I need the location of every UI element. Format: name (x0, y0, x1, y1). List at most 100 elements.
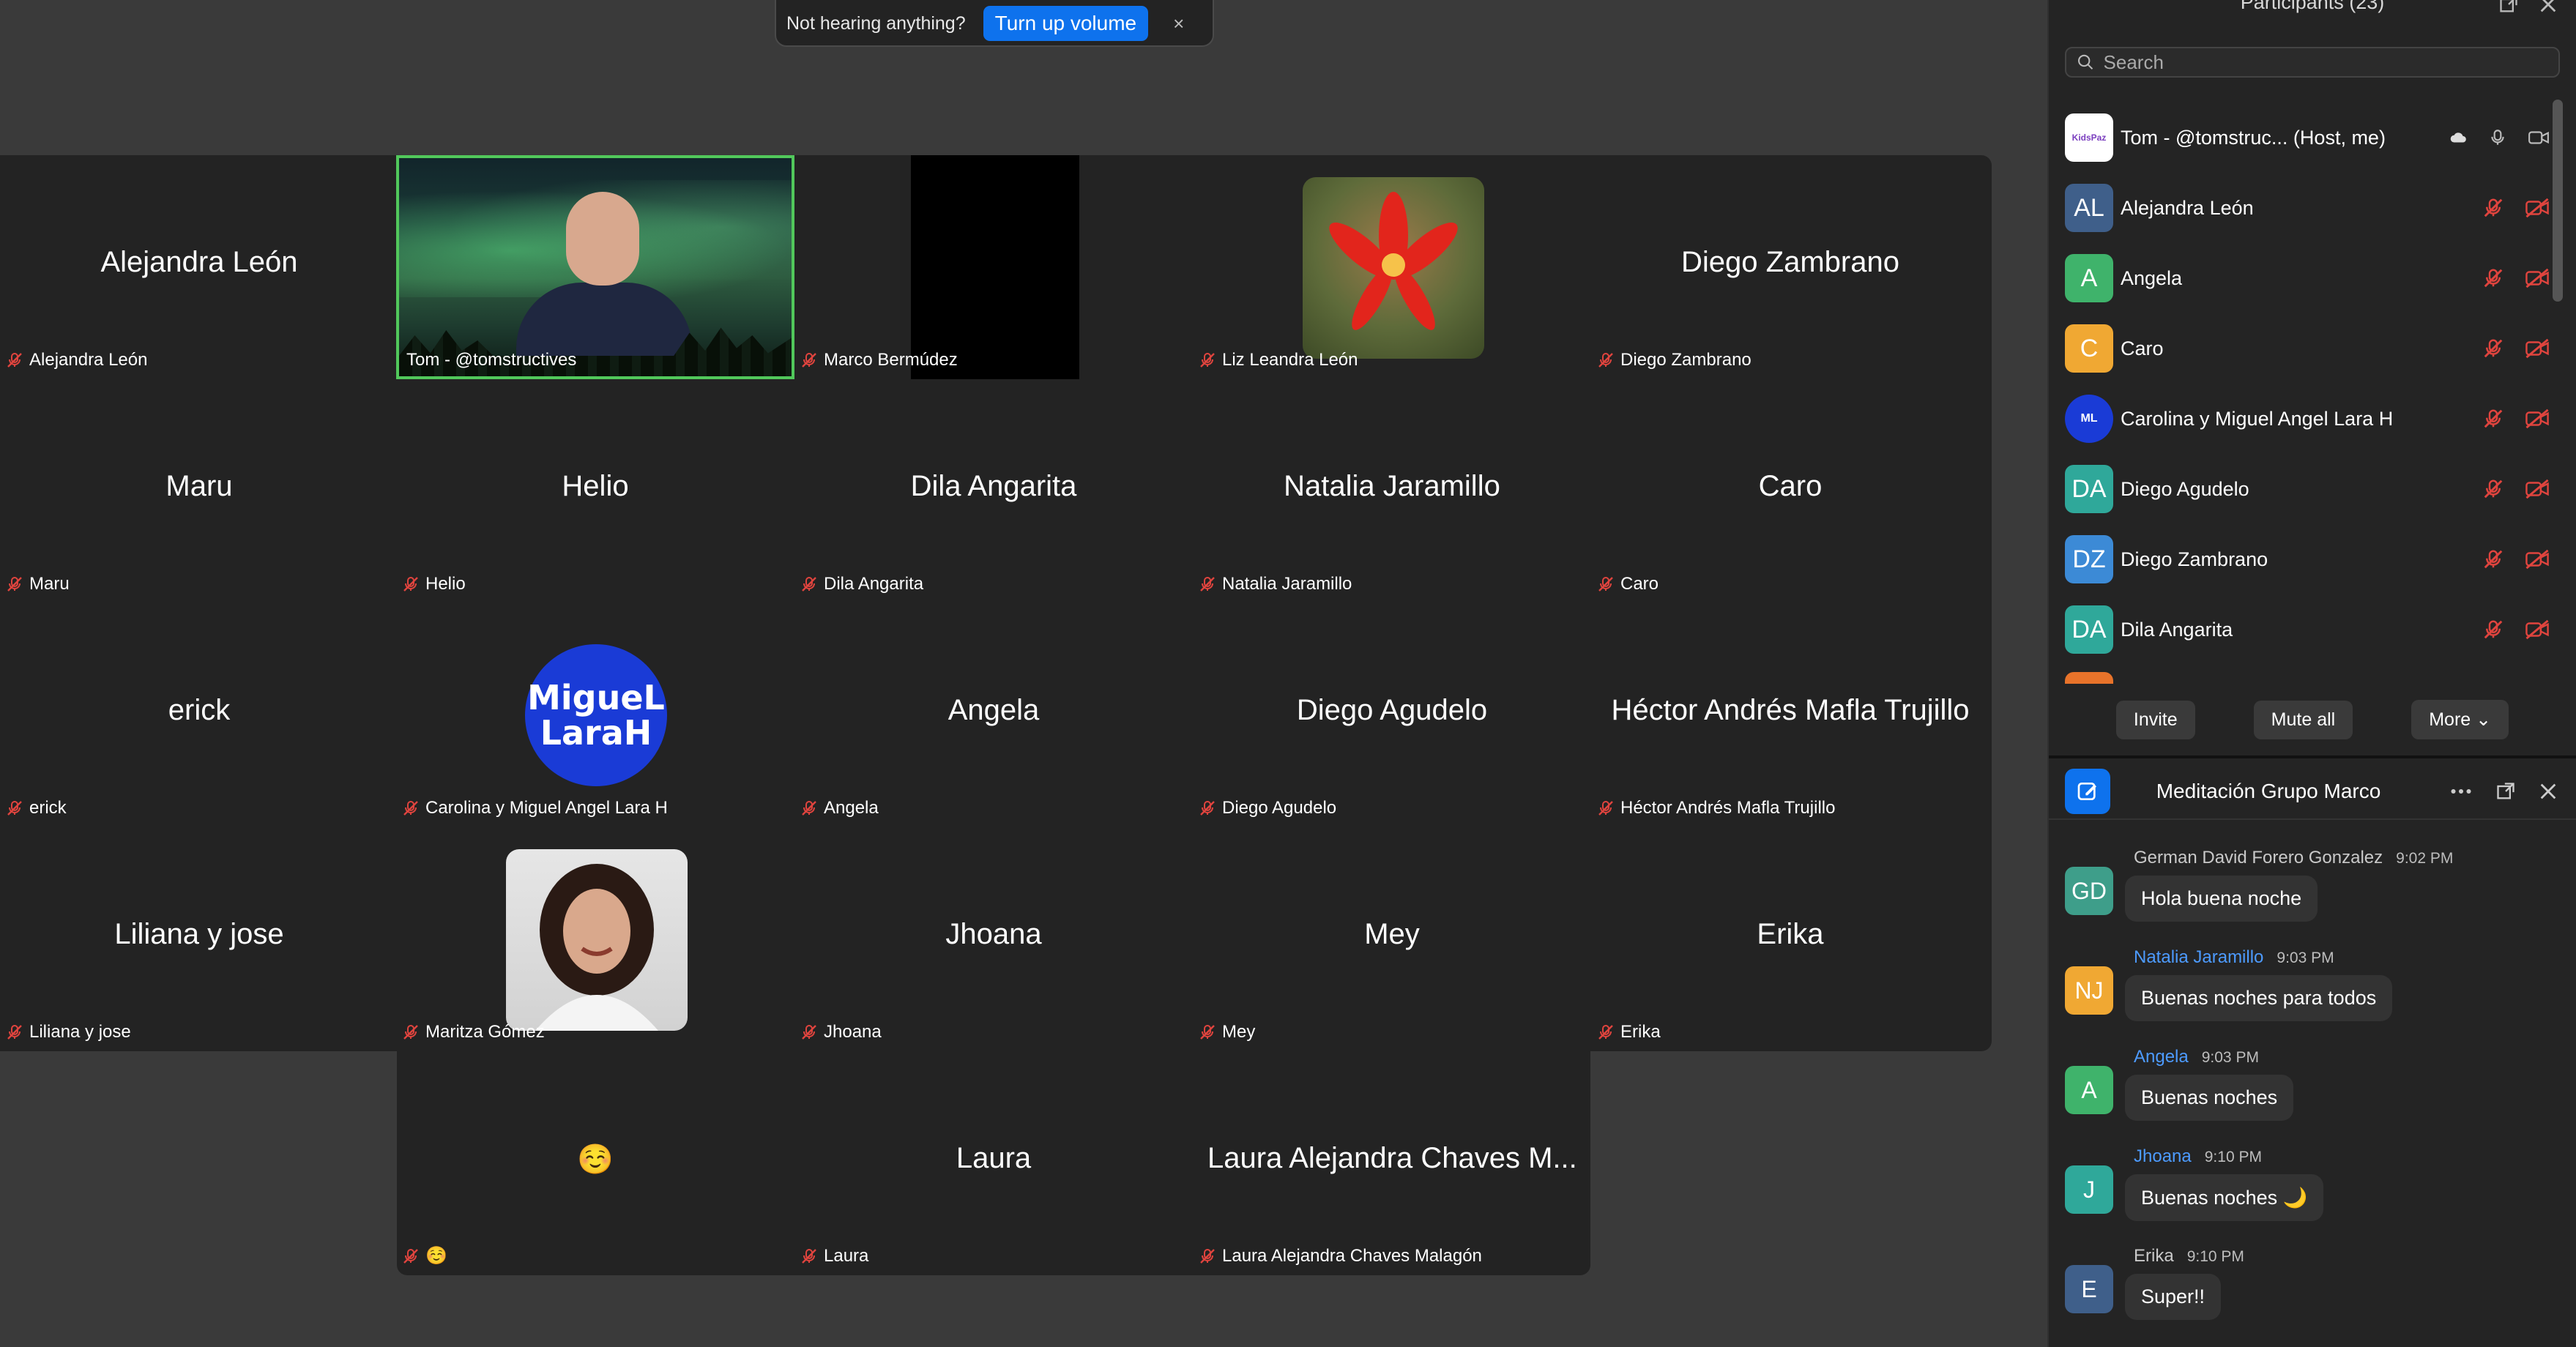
tile-name: Alejandra León (100, 246, 298, 278)
tile-caro[interactable]: Caro Caro (1591, 379, 1989, 603)
close-icon[interactable] (2538, 781, 2558, 802)
message-sender[interactable]: Jhoana (2134, 1146, 2192, 1167)
mic-muted-icon[interactable] (2482, 267, 2504, 289)
tile-hector-mafla[interactable]: Héctor Andrés Mafla Trujillo Héctor Andr… (1591, 603, 1989, 827)
participant-row[interactable]: DZ Diego Zambrano (2065, 524, 2555, 594)
video-off-icon[interactable] (2525, 337, 2550, 359)
tile-name: Héctor Andrés Mafla Trujillo (1611, 694, 1970, 726)
tile-liz-leandra-leon[interactable]: Liz Leandra León (1193, 155, 1591, 379)
tile-alejandra-leon[interactable]: Alejandra León Alejandra León (0, 155, 398, 379)
message-sender[interactable]: Erika (2134, 1246, 2174, 1266)
chat-title: Meditación Grupo Marco (2156, 780, 2381, 802)
mic-muted-icon[interactable] (2482, 408, 2504, 430)
tile-laura[interactable]: Laura Laura (794, 1051, 1193, 1275)
tile-natalia-jaramillo[interactable]: Natalia Jaramillo Natalia Jaramillo (1193, 379, 1591, 603)
participant-row[interactable]: A Angela (2065, 243, 2555, 313)
participant-name: Diego Zambrano (2121, 548, 2268, 570)
tile-maru[interactable]: Maru Maru (0, 379, 398, 603)
video-off-icon[interactable] (2525, 197, 2550, 219)
mic-muted-icon (403, 1025, 418, 1040)
video-off-icon[interactable] (2525, 548, 2550, 570)
more-icon[interactable] (2449, 781, 2473, 802)
mic-muted-icon[interactable] (2482, 619, 2504, 641)
cloud-icon (2450, 133, 2466, 143)
search-input[interactable] (2103, 51, 2548, 74)
message-time: 9:10 PM (2204, 1149, 2262, 1165)
zoom-meeting-window: Not hearing anything? Turn up volume × A… (0, 0, 2576, 1347)
message-bubble: Buenas noches 🌙 (2125, 1174, 2324, 1221)
toast-close-icon[interactable]: × (1173, 12, 1184, 35)
participant-row[interactable]: C Caro (2065, 313, 2555, 384)
video-off-icon[interactable] (2525, 267, 2550, 289)
more-button[interactable]: More ⌄ (2411, 700, 2509, 739)
tile-marco-bermudez[interactable]: Marco Bermúdez (794, 155, 1193, 379)
mic-muted-icon (1200, 801, 1215, 816)
chat-message: GD German David Forero Gonzalez 9:02 PM … (2065, 842, 2563, 941)
avatar: AL (2065, 184, 2113, 232)
tile-dila-angarita[interactable]: Dila Angarita Dila Angarita (794, 379, 1193, 603)
mic-muted-icon[interactable] (2482, 197, 2504, 219)
participant-name: Tom - @tomstruc... (Host, me) (2121, 126, 2386, 149)
video-off-icon[interactable] (2525, 408, 2550, 430)
tile-label: Jhoana (800, 1022, 882, 1042)
message-sender[interactable]: Angela (2134, 1047, 2189, 1067)
tile-label: Alejandra León (6, 350, 147, 370)
tile-diego-agudelo[interactable]: Diego Agudelo Diego Agudelo (1193, 603, 1591, 827)
tile-angela[interactable]: Angela Angela (794, 603, 1193, 827)
participant-row[interactable]: DA Dila Angarita (2065, 594, 2555, 665)
close-icon[interactable] (2538, 0, 2558, 15)
tile-erika[interactable]: Erika Erika (1591, 827, 1989, 1051)
video-icon[interactable] (2528, 128, 2550, 147)
participant-row[interactable]: ML Carolina y Miguel Angel Lara H (2065, 384, 2555, 454)
message-sender[interactable]: German David Forero Gonzalez (2134, 848, 2383, 868)
person-photo-icon (535, 864, 658, 1031)
tile-emoji[interactable]: ☺️ ☺️ (396, 1051, 794, 1275)
mic-muted-icon[interactable] (2482, 337, 2504, 359)
chat-message: A Angela 9:03 PM Buenas noches (2065, 1041, 2563, 1141)
mic-muted-icon (403, 801, 418, 816)
mute-all-button[interactable]: Mute all (2253, 700, 2353, 739)
turn-up-volume-button[interactable]: Turn up volume (983, 6, 1149, 41)
participant-row[interactable]: KidsPaz Tom - @tomstruc... (Host, me) (2065, 102, 2555, 173)
participant-list: KidsPaz Tom - @tomstruc... (Host, me) AL… (2065, 102, 2555, 684)
audio-toast: Not hearing anything? Turn up volume × (775, 0, 1214, 47)
tile-name: Maru (165, 470, 233, 502)
participant-name: Dila Angarita (2121, 618, 2233, 641)
popout-icon[interactable] (2495, 781, 2516, 802)
tile-laura-chaves[interactable]: Laura Alejandra Chaves M... Laura Alejan… (1193, 1051, 1591, 1275)
tile-liliana-jose[interactable]: Liliana y jose Liliana y jose (0, 827, 398, 1051)
participant-row[interactable]: AL Alejandra León (2065, 173, 2555, 243)
tile-erick[interactable]: erick erick (0, 603, 398, 827)
mic-icon[interactable] (2488, 128, 2507, 147)
tile-diego-zambrano[interactable]: Diego Zambrano Diego Zambrano (1591, 155, 1989, 379)
search-icon (2078, 54, 2093, 70)
popout-icon[interactable] (2498, 0, 2519, 15)
invite-button[interactable]: Invite (2115, 700, 2195, 739)
tile-name: Caro (1758, 470, 1823, 502)
tile-label: Maritza Gómez (402, 1022, 545, 1042)
tile-label: Laura (800, 1246, 868, 1266)
participant-name: Caro (2121, 337, 2164, 359)
participant-search[interactable] (2065, 47, 2560, 78)
mic-muted-icon (7, 801, 22, 816)
tile-name: Diego Agudelo (1296, 694, 1488, 726)
participants-scrollbar[interactable] (2553, 100, 2563, 302)
tile-jhoana[interactable]: Jhoana Jhoana (794, 827, 1193, 1051)
chat-message: J Jhoana 9:10 PM Buenas noches 🌙 (2065, 1141, 2563, 1240)
participant-row[interactable]: DA Diego Agudelo (2065, 454, 2555, 524)
tile-carolina-miguel[interactable]: MigueL LaraH Carolina y Miguel Angel Lar… (396, 603, 794, 827)
tile-mey[interactable]: Mey Mey (1193, 827, 1591, 1051)
message-sender[interactable]: Natalia Jaramillo (2134, 947, 2263, 968)
mic-muted-icon[interactable] (2482, 478, 2504, 500)
tile-label: Diego Zambrano (1597, 350, 1752, 370)
tile-tom[interactable]: Tom - @tomstructives (396, 155, 794, 379)
video-off-icon[interactable] (2525, 619, 2550, 641)
chevron-down-icon: ⌄ (2476, 709, 2492, 730)
tile-helio[interactable]: Helio Helio (396, 379, 794, 603)
video-off-icon[interactable] (2525, 478, 2550, 500)
tile-maritza-gomez[interactable]: Maritza Gómez (396, 827, 794, 1051)
mic-muted-icon (403, 577, 418, 592)
mic-muted-icon (403, 1248, 418, 1264)
mic-muted-icon[interactable] (2482, 548, 2504, 570)
chat-message: E Erika 9:10 PM Super!! (2065, 1240, 2563, 1340)
